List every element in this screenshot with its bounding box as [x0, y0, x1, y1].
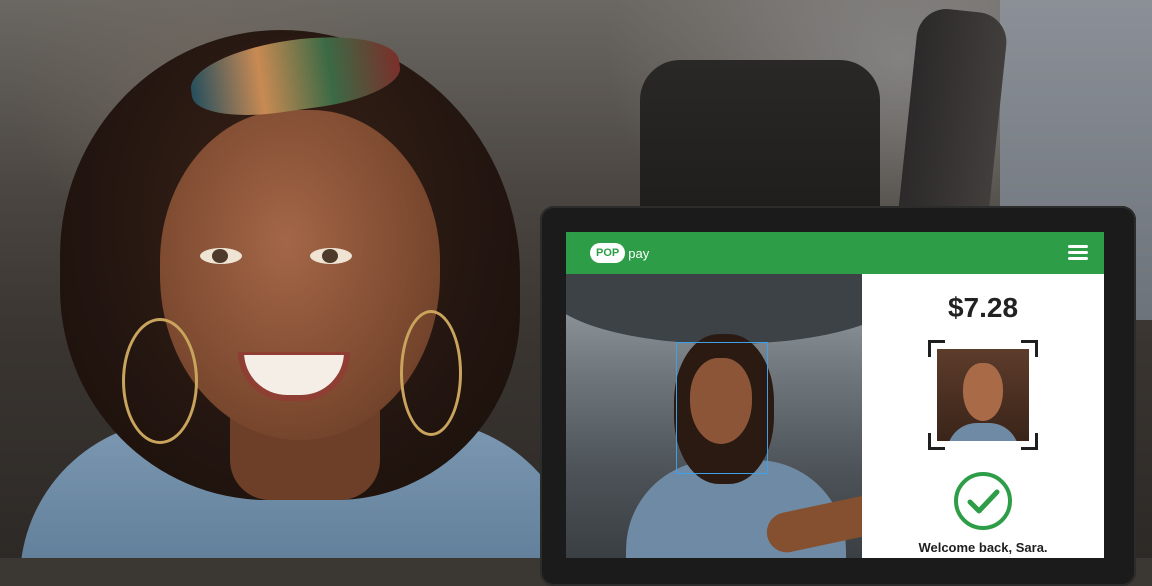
face-thumbnail	[937, 349, 1029, 441]
tablet-screen: POP pay $7.28 Welcome back, Sara.	[566, 232, 1104, 558]
face-detection-box	[676, 342, 768, 474]
logo-text: pay	[628, 245, 650, 261]
camera-feed	[566, 274, 862, 558]
left-earring	[122, 318, 198, 444]
app-header: POP pay	[566, 232, 1104, 274]
hamburger-menu-icon[interactable]	[1068, 245, 1088, 260]
person-left-eye	[200, 248, 242, 264]
check-circle-icon	[954, 472, 1012, 530]
logo-pill: POP	[590, 243, 626, 263]
payment-panel: $7.28 Welcome back, Sara.	[862, 274, 1104, 558]
payment-amount: $7.28	[947, 292, 1019, 323]
face-scan-frame	[928, 340, 1038, 450]
right-earring	[400, 310, 462, 436]
poppay-logo: POP pay	[590, 241, 649, 265]
welcome-message: Welcome back, Sara.	[918, 540, 1048, 555]
person-right-eye	[310, 248, 352, 264]
